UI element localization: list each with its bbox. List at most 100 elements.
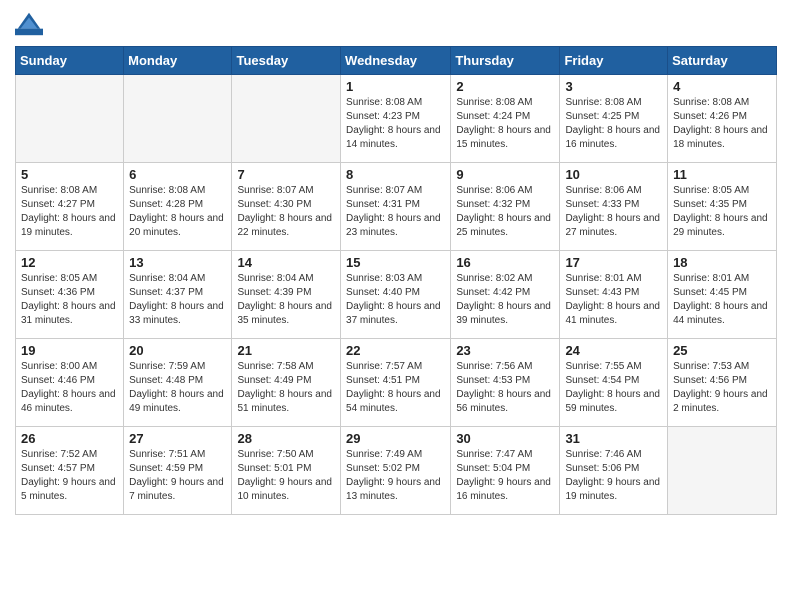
day-number: 11 <box>673 167 771 182</box>
calendar-cell: 27 Sunrise: 7:51 AMSunset: 4:59 PMDayligh… <box>124 427 232 515</box>
day-info: Sunrise: 7:46 AMSunset: 5:06 PMDaylight:… <box>565 448 662 504</box>
calendar-cell: 28 Sunrise: 7:50 AMSunset: 5:01 PMDayligh… <box>232 427 341 515</box>
day-info: Sunrise: 8:05 AMSunset: 4:36 PMDaylight:… <box>21 272 118 328</box>
week-row: 12 Sunrise: 8:05 AMSunset: 4:36 PMDayligh… <box>16 251 777 339</box>
weekday-header: Sunday <box>16 47 124 75</box>
weekday-header: Friday <box>560 47 668 75</box>
weekday-header: Monday <box>124 47 232 75</box>
day-info: Sunrise: 8:00 AMSunset: 4:46 PMDaylight:… <box>21 360 118 416</box>
calendar-cell: 24 Sunrise: 7:55 AMSunset: 4:54 PMDayligh… <box>560 339 668 427</box>
day-number: 25 <box>673 343 771 358</box>
day-number: 15 <box>346 255 445 270</box>
day-info: Sunrise: 7:55 AMSunset: 4:54 PMDaylight:… <box>565 360 662 416</box>
page: SundayMondayTuesdayWednesdayThursdayFrid… <box>0 0 792 612</box>
calendar-cell: 2 Sunrise: 8:08 AMSunset: 4:24 PMDaylight… <box>451 75 560 163</box>
week-row: 26 Sunrise: 7:52 AMSunset: 4:57 PMDayligh… <box>16 427 777 515</box>
week-row: 1 Sunrise: 8:08 AMSunset: 4:23 PMDaylight… <box>16 75 777 163</box>
day-info: Sunrise: 7:53 AMSunset: 4:56 PMDaylight:… <box>673 360 771 416</box>
calendar-cell <box>16 75 124 163</box>
day-number: 3 <box>565 79 662 94</box>
day-info: Sunrise: 7:58 AMSunset: 4:49 PMDaylight:… <box>237 360 335 416</box>
day-info: Sunrise: 7:57 AMSunset: 4:51 PMDaylight:… <box>346 360 445 416</box>
day-number: 21 <box>237 343 335 358</box>
day-number: 9 <box>456 167 554 182</box>
calendar: SundayMondayTuesdayWednesdayThursdayFrid… <box>15 46 777 515</box>
calendar-cell: 26 Sunrise: 7:52 AMSunset: 4:57 PMDayligh… <box>16 427 124 515</box>
day-info: Sunrise: 8:04 AMSunset: 4:39 PMDaylight:… <box>237 272 335 328</box>
calendar-cell: 9Sunrise: 8:06 AMSunset: 4:32 PMDaylight… <box>451 163 560 251</box>
calendar-cell: 14 Sunrise: 8:04 AMSunset: 4:39 PMDayligh… <box>232 251 341 339</box>
calendar-cell: 18 Sunrise: 8:01 AMSunset: 4:45 PMDayligh… <box>668 251 777 339</box>
day-info: Sunrise: 7:51 AMSunset: 4:59 PMDaylight:… <box>129 448 226 504</box>
day-number: 20 <box>129 343 226 358</box>
day-info: Sunrise: 8:03 AMSunset: 4:40 PMDaylight:… <box>346 272 445 328</box>
calendar-cell <box>232 75 341 163</box>
day-number: 12 <box>21 255 118 270</box>
day-number: 10 <box>565 167 662 182</box>
calendar-cell: 6Sunrise: 8:08 AMSunset: 4:28 PMDaylight… <box>124 163 232 251</box>
week-row: 19Sunrise: 8:00 AMSunset: 4:46 PMDayligh… <box>16 339 777 427</box>
calendar-cell: 8 Sunrise: 8:07 AMSunset: 4:31 PMDaylight… <box>341 163 451 251</box>
weekday-header-row: SundayMondayTuesdayWednesdayThursdayFrid… <box>16 47 777 75</box>
day-info: Sunrise: 7:47 AMSunset: 5:04 PMDaylight:… <box>456 448 554 504</box>
calendar-cell: 19Sunrise: 8:00 AMSunset: 4:46 PMDayligh… <box>16 339 124 427</box>
day-number: 28 <box>237 431 335 446</box>
day-info: Sunrise: 8:07 AMSunset: 4:31 PMDaylight:… <box>346 184 445 240</box>
day-number: 30 <box>456 431 554 446</box>
calendar-cell: 29Sunrise: 7:49 AMSunset: 5:02 PMDayligh… <box>341 427 451 515</box>
calendar-cell: 15 Sunrise: 8:03 AMSunset: 4:40 PMDayligh… <box>341 251 451 339</box>
calendar-cell: 21 Sunrise: 7:58 AMSunset: 4:49 PMDayligh… <box>232 339 341 427</box>
day-info: Sunrise: 8:04 AMSunset: 4:37 PMDaylight:… <box>129 272 226 328</box>
logo <box>15 10 47 38</box>
day-number: 6 <box>129 167 226 182</box>
day-info: Sunrise: 7:50 AMSunset: 5:01 PMDaylight:… <box>237 448 335 504</box>
calendar-cell: 10 Sunrise: 8:06 AMSunset: 4:33 PMDayligh… <box>560 163 668 251</box>
day-number: 2 <box>456 79 554 94</box>
day-number: 31 <box>565 431 662 446</box>
calendar-cell <box>668 427 777 515</box>
day-info: Sunrise: 8:08 AMSunset: 4:24 PMDaylight:… <box>456 96 554 152</box>
day-number: 1 <box>346 79 445 94</box>
day-number: 14 <box>237 255 335 270</box>
day-number: 27 <box>129 431 226 446</box>
day-info: Sunrise: 8:08 AMSunset: 4:23 PMDaylight:… <box>346 96 445 152</box>
calendar-cell <box>124 75 232 163</box>
calendar-cell: 11 Sunrise: 8:05 AMSunset: 4:35 PMDayligh… <box>668 163 777 251</box>
weekday-header: Tuesday <box>232 47 341 75</box>
calendar-cell: 30 Sunrise: 7:47 AMSunset: 5:04 PMDayligh… <box>451 427 560 515</box>
calendar-cell: 3 Sunrise: 8:08 AMSunset: 4:25 PMDaylight… <box>560 75 668 163</box>
day-info: Sunrise: 7:59 AMSunset: 4:48 PMDaylight:… <box>129 360 226 416</box>
calendar-cell: 23Sunrise: 7:56 AMSunset: 4:53 PMDayligh… <box>451 339 560 427</box>
day-info: Sunrise: 8:01 AMSunset: 4:45 PMDaylight:… <box>673 272 771 328</box>
day-info: Sunrise: 8:06 AMSunset: 4:33 PMDaylight:… <box>565 184 662 240</box>
calendar-cell: 22Sunrise: 7:57 AMSunset: 4:51 PMDayligh… <box>341 339 451 427</box>
day-number: 23 <box>456 343 554 358</box>
weekday-header: Wednesday <box>341 47 451 75</box>
day-info: Sunrise: 8:01 AMSunset: 4:43 PMDaylight:… <box>565 272 662 328</box>
day-info: Sunrise: 8:02 AMSunset: 4:42 PMDaylight:… <box>456 272 554 328</box>
calendar-cell: 5Sunrise: 8:08 AMSunset: 4:27 PMDaylight… <box>16 163 124 251</box>
day-number: 8 <box>346 167 445 182</box>
calendar-cell: 25 Sunrise: 7:53 AMSunset: 4:56 PMDayligh… <box>668 339 777 427</box>
week-row: 5Sunrise: 8:08 AMSunset: 4:27 PMDaylight… <box>16 163 777 251</box>
weekday-header: Saturday <box>668 47 777 75</box>
day-number: 16 <box>456 255 554 270</box>
day-info: Sunrise: 8:08 AMSunset: 4:26 PMDaylight:… <box>673 96 771 152</box>
calendar-cell: 16 Sunrise: 8:02 AMSunset: 4:42 PMDayligh… <box>451 251 560 339</box>
calendar-cell: 7 Sunrise: 8:07 AMSunset: 4:30 PMDaylight… <box>232 163 341 251</box>
logo-icon <box>15 10 43 38</box>
calendar-cell: 12 Sunrise: 8:05 AMSunset: 4:36 PMDayligh… <box>16 251 124 339</box>
calendar-cell: 20 Sunrise: 7:59 AMSunset: 4:48 PMDayligh… <box>124 339 232 427</box>
day-info: Sunrise: 8:07 AMSunset: 4:30 PMDaylight:… <box>237 184 335 240</box>
calendar-cell: 1 Sunrise: 8:08 AMSunset: 4:23 PMDaylight… <box>341 75 451 163</box>
day-info: Sunrise: 8:05 AMSunset: 4:35 PMDaylight:… <box>673 184 771 240</box>
calendar-cell: 13Sunrise: 8:04 AMSunset: 4:37 PMDayligh… <box>124 251 232 339</box>
day-number: 18 <box>673 255 771 270</box>
day-info: Sunrise: 7:52 AMSunset: 4:57 PMDaylight:… <box>21 448 118 504</box>
day-number: 7 <box>237 167 335 182</box>
day-number: 26 <box>21 431 118 446</box>
day-info: Sunrise: 8:08 AMSunset: 4:27 PMDaylight:… <box>21 184 118 240</box>
day-info: Sunrise: 8:08 AMSunset: 4:25 PMDaylight:… <box>565 96 662 152</box>
day-number: 24 <box>565 343 662 358</box>
calendar-cell: 31 Sunrise: 7:46 AMSunset: 5:06 PMDayligh… <box>560 427 668 515</box>
